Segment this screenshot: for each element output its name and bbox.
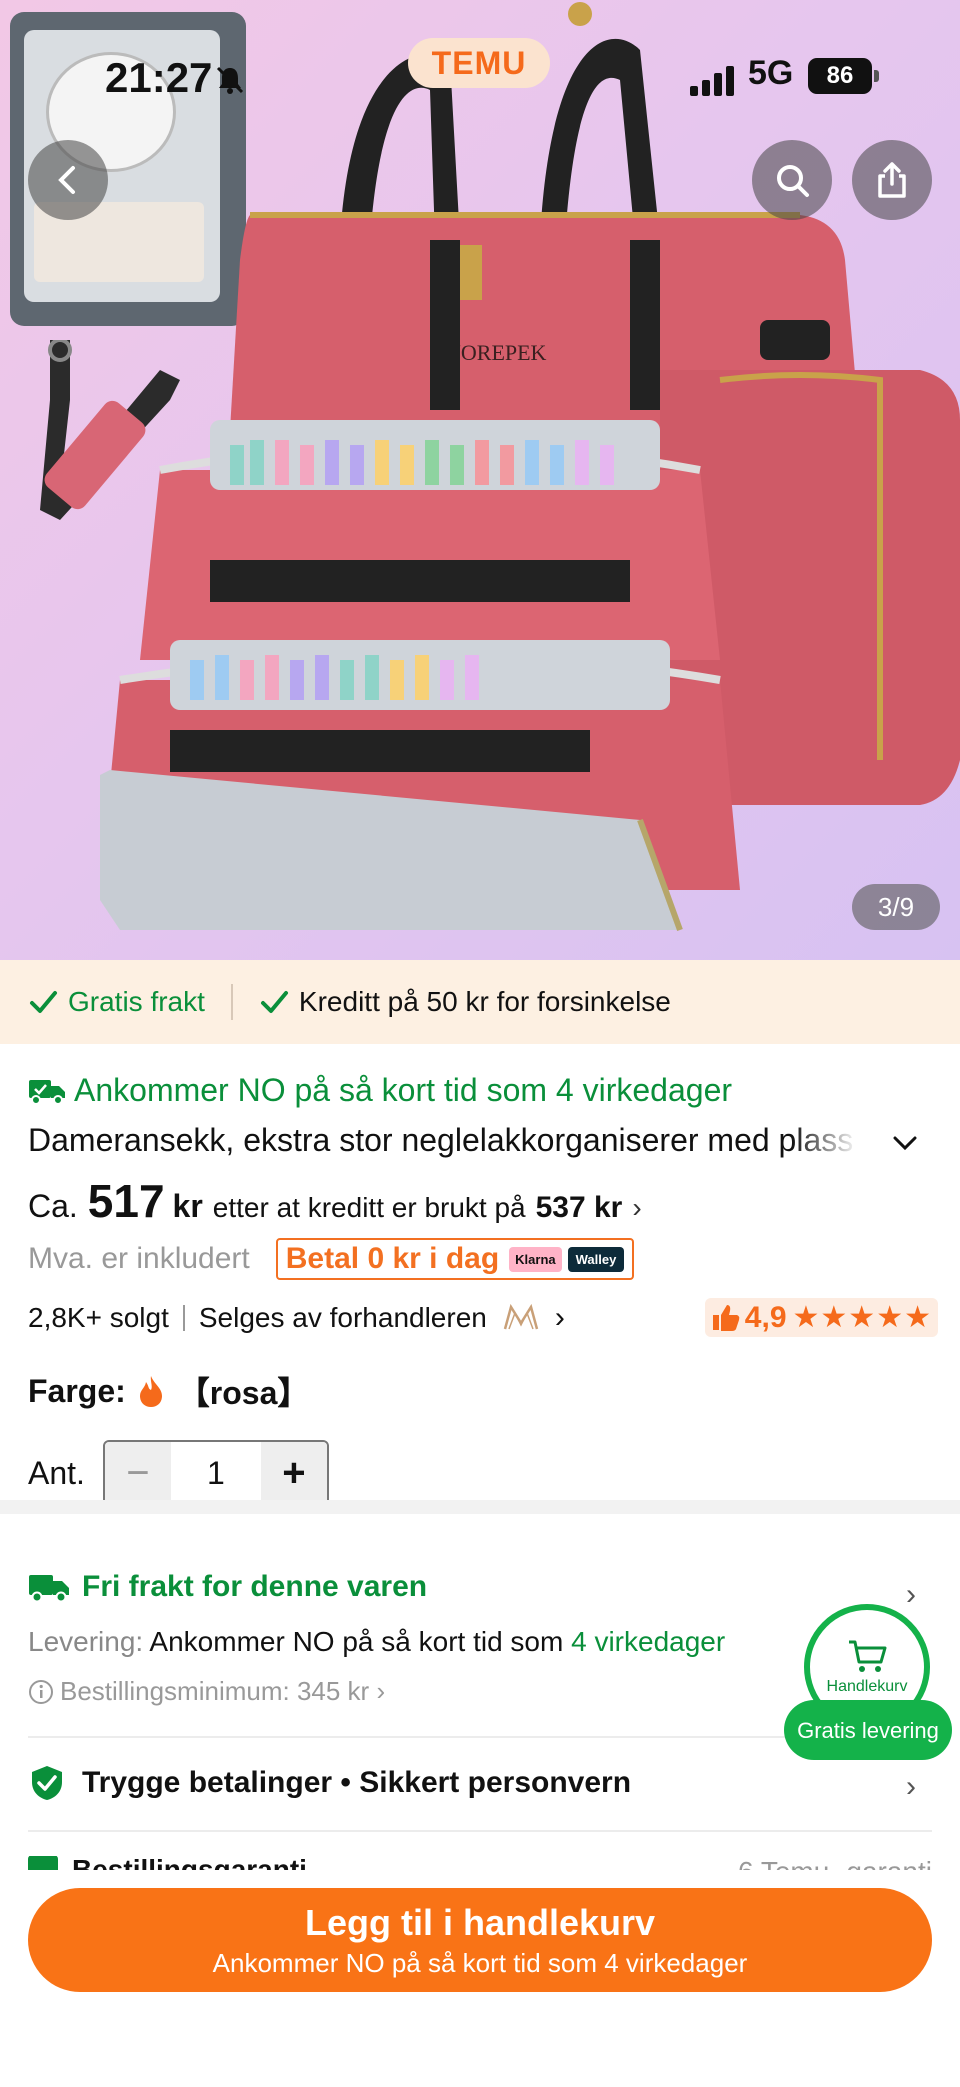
rating-badge[interactable]: 4,9 ★★★★★ bbox=[704, 1298, 938, 1337]
network-type: 5G bbox=[748, 54, 794, 92]
section-divider bbox=[0, 1500, 960, 1514]
delivery-info: Levering: Ankommer NO på så kort tid som… bbox=[28, 1626, 725, 1658]
product-image-gallery[interactable]: YOREPEK 21:27 5G 86 TEMU 3/9 bbox=[0, 0, 960, 960]
sold-divider bbox=[182, 1304, 185, 1331]
quantity-label: Ant. bbox=[28, 1454, 85, 1491]
share-icon bbox=[878, 162, 906, 198]
image-pager: 3/9 bbox=[852, 884, 940, 930]
original-price: 537 kr bbox=[535, 1191, 623, 1224]
rating-value: 4,9 bbox=[744, 1300, 787, 1334]
walley-logo: Walley bbox=[567, 1246, 625, 1272]
shipping-credit-banner[interactable]: Gratis frakt Kreditt på 50 kr for forsin… bbox=[0, 960, 960, 1044]
delivery-text: Ankommer NO på så kort tid som bbox=[149, 1626, 564, 1657]
share-button[interactable] bbox=[852, 140, 932, 220]
chevron-right-icon: › bbox=[369, 1676, 386, 1706]
chevron-right-icon[interactable]: › bbox=[906, 1578, 916, 1612]
add-to-cart-button[interactable]: Legg til i handlekurv Ankommer NO på så … bbox=[28, 1888, 932, 1992]
chevron-right-icon: › bbox=[554, 1300, 565, 1334]
row-divider bbox=[28, 1830, 932, 1832]
free-delivery-badge: Gratis levering bbox=[784, 1700, 952, 1760]
shield-check-icon bbox=[32, 1766, 62, 1800]
check-icon bbox=[260, 991, 288, 1013]
cart-icon bbox=[849, 1640, 887, 1672]
delivery-truck-icon bbox=[29, 1079, 65, 1105]
star-rating: ★★★★★ bbox=[792, 1301, 932, 1334]
silent-bell-icon bbox=[216, 66, 244, 94]
color-label: Farge: bbox=[28, 1372, 126, 1409]
chevron-down-icon[interactable] bbox=[890, 1128, 920, 1158]
sold-seller-row[interactable]: 2,8K+ solgt Selges av forhandleren › 4,9… bbox=[28, 1298, 938, 1337]
search-icon bbox=[777, 165, 809, 197]
quantity-value[interactable]: 1 bbox=[171, 1442, 261, 1504]
add-to-cart-label: Legg til i handlekurv bbox=[304, 1901, 656, 1943]
order-minimum[interactable]: Bestillingsminimum: 345 kr › bbox=[28, 1676, 385, 1707]
search-button[interactable] bbox=[752, 140, 832, 220]
vat-text: Mva. er inkludert bbox=[28, 1242, 250, 1275]
price-prefix: Ca. bbox=[28, 1188, 78, 1224]
arrival-text: Ankommer NO på så kort tid som 4 virkeda… bbox=[74, 1072, 733, 1108]
color-selector[interactable]: Farge: 【rosa】 bbox=[28, 1368, 309, 1414]
decrease-button[interactable]: − bbox=[104, 1442, 171, 1504]
delivery-key: Levering: bbox=[28, 1626, 144, 1657]
klarna-logo: Klarna bbox=[509, 1246, 562, 1272]
pay-later-text: Betal 0 kr i dag bbox=[285, 1242, 500, 1275]
free-shipping-title: Fri frakt for denne varen bbox=[82, 1570, 428, 1603]
arrival-notice: Ankommer NO på så kort tid som 4 virkeda… bbox=[28, 1072, 732, 1109]
delay-credit-label: Kreditt på 50 kr for forsinkelse bbox=[298, 986, 671, 1017]
price-row[interactable]: Ca. 517 kr etter at kreditt er brukt på … bbox=[28, 1174, 642, 1228]
pay-later-badge[interactable]: Betal 0 kr i dag Klarna Walley bbox=[275, 1238, 635, 1280]
status-time: 21:27 bbox=[105, 54, 213, 101]
safe-payments-row[interactable]: Trygge betalinger • Sikkert personvern bbox=[28, 1764, 631, 1802]
free-shipping-label: Gratis frakt bbox=[68, 986, 205, 1017]
bottom-action-bar: Legg til i handlekurv Ankommer NO på så … bbox=[0, 1870, 960, 2087]
cart-label: Handlekurv bbox=[826, 1678, 908, 1695]
quantity-stepper[interactable]: − 1 + bbox=[102, 1440, 329, 1506]
signal-icon bbox=[690, 66, 734, 96]
flame-icon bbox=[139, 1376, 162, 1407]
after-credit-text: etter at kreditt er brukt på bbox=[212, 1192, 526, 1223]
color-value: 【rosa】 bbox=[177, 1375, 310, 1411]
product-title[interactable]: Dameransekk, ekstra stor neglelakkorgani… bbox=[28, 1122, 858, 1159]
info-icon bbox=[29, 1679, 53, 1704]
order-minimum-text: Bestillingsminimum: 345 kr bbox=[60, 1676, 370, 1706]
chevron-left-icon bbox=[58, 166, 75, 194]
chevron-right-icon[interactable]: › bbox=[906, 1770, 916, 1804]
quantity-row: Ant. − 1 + bbox=[28, 1440, 329, 1506]
sold-count: 2,8K+ solgt bbox=[28, 1301, 169, 1333]
chevron-right-icon: › bbox=[632, 1192, 642, 1223]
bag-brand-text: YOREPEK bbox=[445, 340, 547, 365]
banner-divider bbox=[230, 984, 233, 1020]
back-button[interactable] bbox=[28, 140, 108, 220]
seller-text: Selges av forhandleren bbox=[198, 1301, 487, 1333]
increase-button[interactable]: + bbox=[260, 1442, 327, 1504]
add-to-cart-subtext: Ankommer NO på så kort tid som 4 virkeda… bbox=[212, 1947, 748, 1978]
check-icon bbox=[30, 991, 57, 1013]
safe-payments-text: Trygge betalinger • Sikkert personvern bbox=[82, 1766, 632, 1799]
product-bag-image: YOREPEK bbox=[100, 2, 960, 932]
price-currency: kr bbox=[172, 1188, 203, 1224]
battery-indicator: 86 bbox=[808, 58, 879, 94]
vat-row: Mva. er inkludert Betal 0 kr i dag Klarn… bbox=[28, 1238, 635, 1280]
thumbs-up-icon bbox=[712, 1304, 740, 1331]
free-shipping-row[interactable]: Fri frakt for denne varen bbox=[28, 1570, 427, 1604]
temu-logo: TEMU bbox=[408, 38, 550, 88]
price-amount: 517 bbox=[87, 1175, 165, 1227]
delivery-days: 4 virkedager bbox=[571, 1626, 726, 1657]
seller-logo-icon bbox=[503, 1303, 539, 1329]
delivery-truck-icon bbox=[29, 1575, 69, 1603]
